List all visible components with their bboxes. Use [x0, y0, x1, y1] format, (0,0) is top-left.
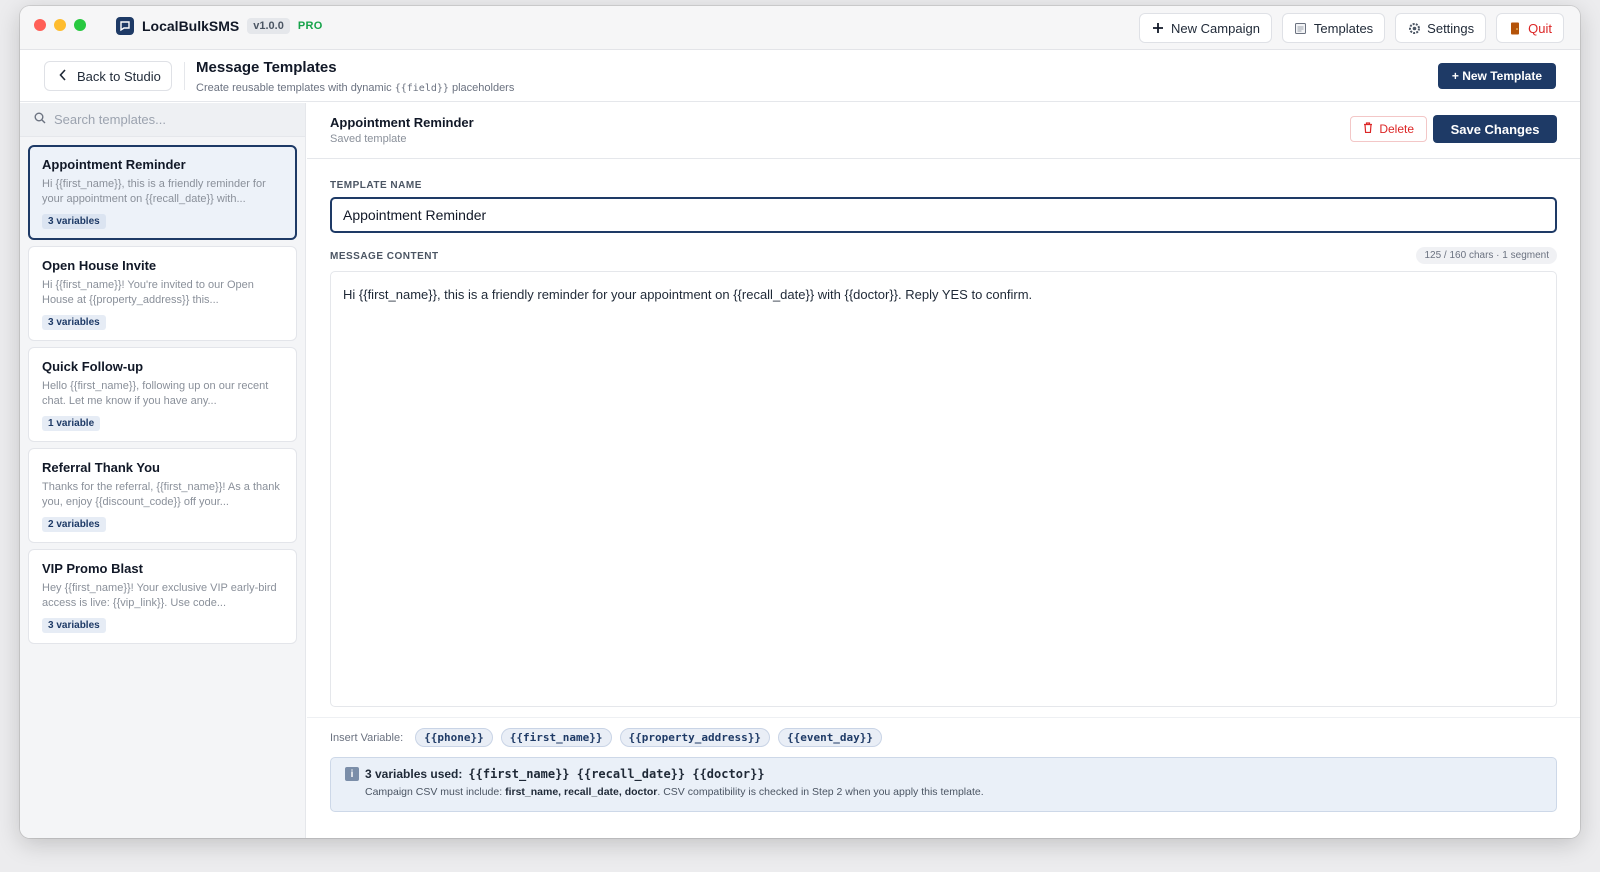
chevron-left-icon [59, 68, 67, 84]
search-bar [20, 103, 305, 137]
editor-header: Appointment Reminder Saved template Dele… [307, 103, 1580, 159]
notepad-icon [1294, 21, 1308, 35]
csv-required-fields: first_name, recall_date, doctor [505, 786, 658, 798]
page-subtitle: Create reusable templates with dynamic {… [196, 82, 515, 94]
editor-status: Saved template [330, 133, 407, 145]
info-icon: i [345, 767, 359, 781]
trash-icon [1363, 122, 1373, 136]
app-logo-icon [116, 17, 134, 35]
template-card-referral-thank-you[interactable]: Referral Thank You Thanks for the referr… [28, 448, 297, 543]
new-campaign-label: New Campaign [1171, 20, 1260, 36]
templates-button[interactable]: Templates [1281, 13, 1386, 43]
variable-count-badge: 3 variables [42, 315, 106, 330]
search-icon [34, 111, 46, 129]
template-name-input[interactable] [330, 197, 1557, 233]
variables-used-line: i 3 variables used: {{first_name}} {{rec… [345, 767, 1542, 781]
delete-label: Delete [1379, 122, 1414, 136]
template-card-preview: Hello {{first_name}}, following up on ou… [42, 380, 269, 407]
variable-count-badge: 1 variable [42, 416, 101, 431]
gear-icon [1407, 21, 1421, 35]
variables-used-list: {{first_name}} {{recall_date}} {{doctor}… [468, 767, 765, 781]
variable-chip-event-day[interactable]: {{event_day}} [777, 728, 883, 747]
new-campaign-button[interactable]: New Campaign [1139, 13, 1272, 43]
page-header: Back to Studio Message Templates Create … [20, 50, 1580, 102]
window-controls [34, 19, 86, 31]
settings-label: Settings [1427, 20, 1475, 36]
template-sidebar: Appointment Reminder Hi {{first_name}}, … [20, 103, 306, 838]
template-card-preview: Hi {{first_name}}! You're invited to our… [42, 279, 254, 306]
template-card-quick-follow-up[interactable]: Quick Follow-up Hello {{first_name}}, fo… [28, 347, 297, 442]
template-card-name: VIP Promo Blast [42, 561, 143, 576]
template-name-label: TEMPLATE NAME [330, 180, 422, 191]
back-to-studio-button[interactable]: Back to Studio [44, 61, 172, 91]
template-card-name: Quick Follow-up [42, 359, 144, 374]
template-card-preview: Hey {{first_name}}! Your exclusive VIP e… [42, 582, 277, 609]
save-changes-button[interactable]: Save Changes [1433, 115, 1557, 143]
version-badge: v1.0.0 [247, 18, 290, 34]
app-name: LocalBulkSMS [142, 18, 240, 34]
variables-info-box: i 3 variables used: {{first_name}} {{rec… [330, 757, 1557, 812]
plus-icon [1151, 21, 1165, 35]
variable-chip-phone[interactable]: {{phone}} [415, 728, 493, 747]
quit-button[interactable]: Quit [1496, 13, 1564, 43]
template-editor: Appointment Reminder Saved template Dele… [307, 103, 1580, 838]
csv-requirement-line: Campaign CSV must include: first_name, r… [365, 786, 984, 798]
template-card-preview: Hi {{first_name}}, this is a friendly re… [42, 178, 266, 205]
message-content-textarea[interactable]: Hi {{first_name}}, this is a friendly re… [330, 271, 1557, 707]
pro-badge: PRO [297, 20, 323, 32]
delete-button[interactable]: Delete [1350, 116, 1427, 142]
door-icon [1508, 21, 1522, 35]
search-input[interactable] [54, 112, 274, 127]
template-card-open-house-invite[interactable]: Open House Invite Hi {{first_name}}! You… [28, 246, 297, 341]
template-card-appointment-reminder[interactable]: Appointment Reminder Hi {{first_name}}, … [28, 145, 297, 240]
back-label: Back to Studio [77, 68, 161, 84]
title-bar: LocalBulkSMS v1.0.0 PRO New Campaign Tem… [20, 6, 1580, 50]
variables-used-prefix: 3 variables used: [365, 767, 463, 781]
editor-title: Appointment Reminder [330, 115, 474, 130]
templates-label: Templates [1313, 20, 1374, 36]
brand: LocalBulkSMS v1.0.0 PRO [116, 17, 323, 35]
page-title: Message Templates [196, 59, 337, 76]
close-window-button[interactable] [34, 19, 46, 31]
new-template-button[interactable]: + New Template [1437, 63, 1556, 89]
template-card-name: Referral Thank You [42, 460, 160, 475]
app-window: LocalBulkSMS v1.0.0 PRO New Campaign Tem… [20, 6, 1580, 838]
char-count-badge: 125 / 160 chars · 1 segment [1416, 247, 1557, 264]
variable-count-badge: 3 variables [42, 618, 106, 633]
header-divider [184, 62, 185, 90]
insert-variable-bar: Insert Variable: {{phone}} {{first_name}… [307, 717, 1580, 757]
template-list: Appointment Reminder Hi {{first_name}}, … [20, 137, 305, 652]
top-actions: New Campaign Templates Settings Quit [1139, 13, 1564, 43]
template-card-name: Open House Invite [42, 258, 157, 273]
variable-chip-first-name[interactable]: {{first_name}} [500, 728, 612, 747]
zoom-window-button[interactable] [74, 19, 86, 31]
template-card-vip-promo-blast[interactable]: VIP Promo Blast Hey {{first_name}}! Your… [28, 549, 297, 644]
template-card-preview: Thanks for the referral, {{first_name}}!… [42, 481, 280, 508]
variable-count-badge: 3 variables [42, 214, 106, 229]
settings-button[interactable]: Settings [1395, 13, 1487, 43]
template-card-name: Appointment Reminder [42, 157, 186, 172]
variable-count-badge: 2 variables [42, 517, 106, 532]
quit-label: Quit [1528, 20, 1552, 36]
message-content-label: MESSAGE CONTENT [330, 251, 439, 262]
variable-chip-property-address[interactable]: {{property_address}} [619, 728, 770, 747]
minimize-window-button[interactable] [54, 19, 66, 31]
insert-variable-label: Insert Variable: [330, 731, 404, 744]
